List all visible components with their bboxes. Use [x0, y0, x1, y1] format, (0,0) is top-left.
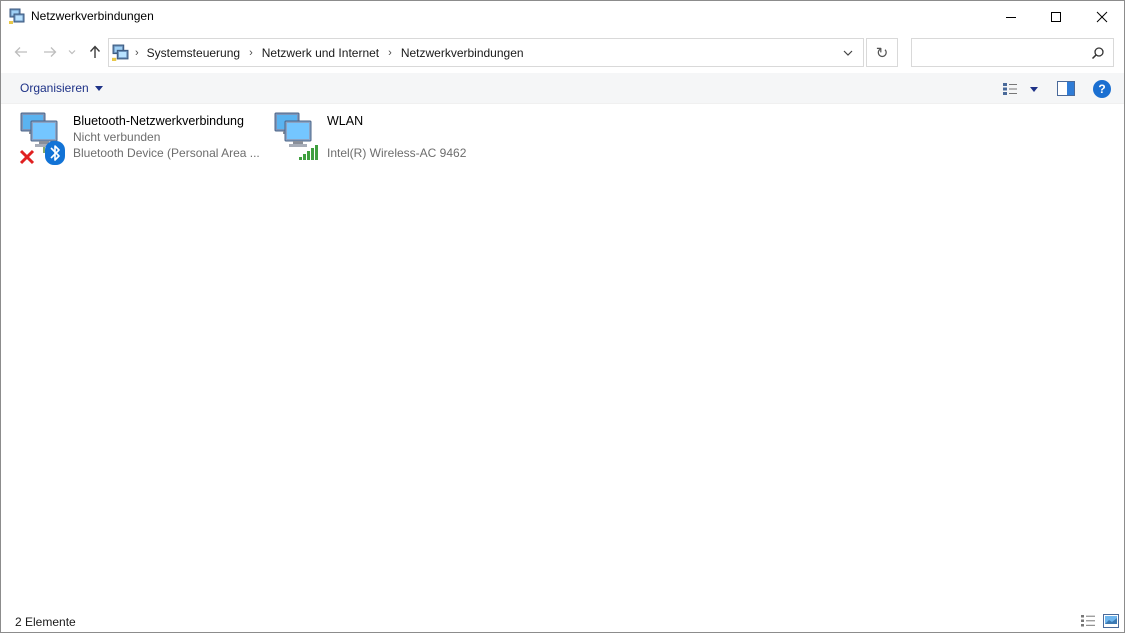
refresh-icon: ↻	[875, 44, 889, 62]
chevron-down-icon	[68, 50, 76, 55]
arrow-up-icon	[89, 45, 101, 58]
organize-menu-button[interactable]: Organisieren	[20, 81, 103, 95]
item-count: 2 Elemente	[15, 615, 76, 629]
forward-button[interactable]	[40, 42, 60, 62]
chevron-right-icon[interactable]: ›	[135, 47, 139, 59]
status-bar: 2 Elemente	[1, 609, 1124, 632]
command-bar: Organisieren ?	[1, 73, 1124, 104]
search-input[interactable]	[918, 43, 1086, 63]
connection-status	[327, 129, 466, 145]
help-button[interactable]: ?	[1093, 80, 1111, 98]
connection-device: Bluetooth Device (Personal Area ...	[73, 146, 260, 160]
minimize-button[interactable]	[988, 1, 1034, 32]
chevron-down-icon	[843, 50, 853, 56]
address-bar[interactable]: › Systemsteuerung › Netzwerk und Interne…	[108, 38, 864, 67]
help-icon: ?	[1098, 82, 1106, 96]
view-options-icon	[1003, 83, 1017, 95]
explorer-window: Netzwerkverbindungen › Systemsteuerung ›…	[0, 0, 1125, 633]
file-list[interactable]: Bluetooth-Netzwerkverbindung Nicht verbu…	[1, 105, 1124, 609]
window-title: Netzwerkverbindungen	[31, 9, 154, 23]
maximize-icon	[1051, 11, 1061, 22]
connection-name: Bluetooth-Netzwerkverbindung	[73, 114, 244, 128]
preview-pane-icon[interactable]	[1057, 81, 1075, 96]
breadcrumb-netzwerkverbindungen[interactable]: Netzwerkverbindungen	[401, 46, 524, 60]
connection-item-wlan[interactable]: WLAN Intel(R) Wireless-AC 9462	[271, 111, 471, 167]
navigation-bar: › Systemsteuerung › Netzwerk und Interne…	[1, 36, 1124, 68]
address-history-dropdown[interactable]	[837, 39, 859, 66]
wifi-signal-icon	[299, 145, 318, 160]
dropdown-caret-icon	[1030, 86, 1038, 92]
search-box[interactable]	[911, 38, 1114, 67]
close-button[interactable]	[1079, 1, 1125, 32]
connection-name: WLAN	[327, 114, 364, 128]
disconnected-x-icon	[19, 149, 35, 165]
refresh-button[interactable]: ↻	[866, 38, 898, 67]
back-button[interactable]	[11, 42, 31, 62]
bluetooth-icon	[45, 141, 65, 165]
breadcrumb: › Systemsteuerung › Netzwerk und Interne…	[133, 39, 524, 66]
recent-locations-button[interactable]	[65, 42, 79, 62]
maximize-button[interactable]	[1033, 1, 1079, 32]
close-icon	[1096, 11, 1108, 22]
details-view-icon[interactable]	[1080, 614, 1096, 628]
connection-details: WLAN Intel(R) Wireless-AC 9462	[327, 113, 466, 161]
breadcrumb-systemsteuerung[interactable]: Systemsteuerung	[147, 46, 240, 60]
connection-details: Bluetooth-Netzwerkverbindung Nicht verbu…	[73, 113, 260, 161]
network-connections-icon	[9, 8, 25, 24]
title-bar[interactable]: Netzwerkverbindungen	[1, 1, 1124, 32]
breadcrumb-netzwerk-und-internet[interactable]: Netzwerk und Internet	[262, 46, 379, 60]
search-icon[interactable]	[1091, 46, 1105, 60]
change-view-button[interactable]	[1002, 81, 1040, 97]
chevron-right-icon[interactable]: ›	[388, 47, 392, 59]
network-connections-icon	[112, 44, 129, 61]
connection-device: Intel(R) Wireless-AC 9462	[327, 146, 467, 160]
connection-item-bluetooth[interactable]: Bluetooth-Netzwerkverbindung Nicht verbu…	[17, 111, 262, 167]
dropdown-caret-icon	[94, 85, 103, 91]
large-icons-view-icon[interactable]	[1103, 614, 1119, 628]
minimize-icon	[1006, 16, 1016, 18]
organize-label: Organisieren	[20, 81, 89, 95]
connection-status: Nicht verbunden	[73, 130, 161, 144]
arrow-left-icon	[14, 47, 27, 57]
up-button[interactable]	[85, 42, 105, 62]
chevron-right-icon[interactable]: ›	[249, 47, 253, 59]
arrow-right-icon	[44, 47, 57, 57]
